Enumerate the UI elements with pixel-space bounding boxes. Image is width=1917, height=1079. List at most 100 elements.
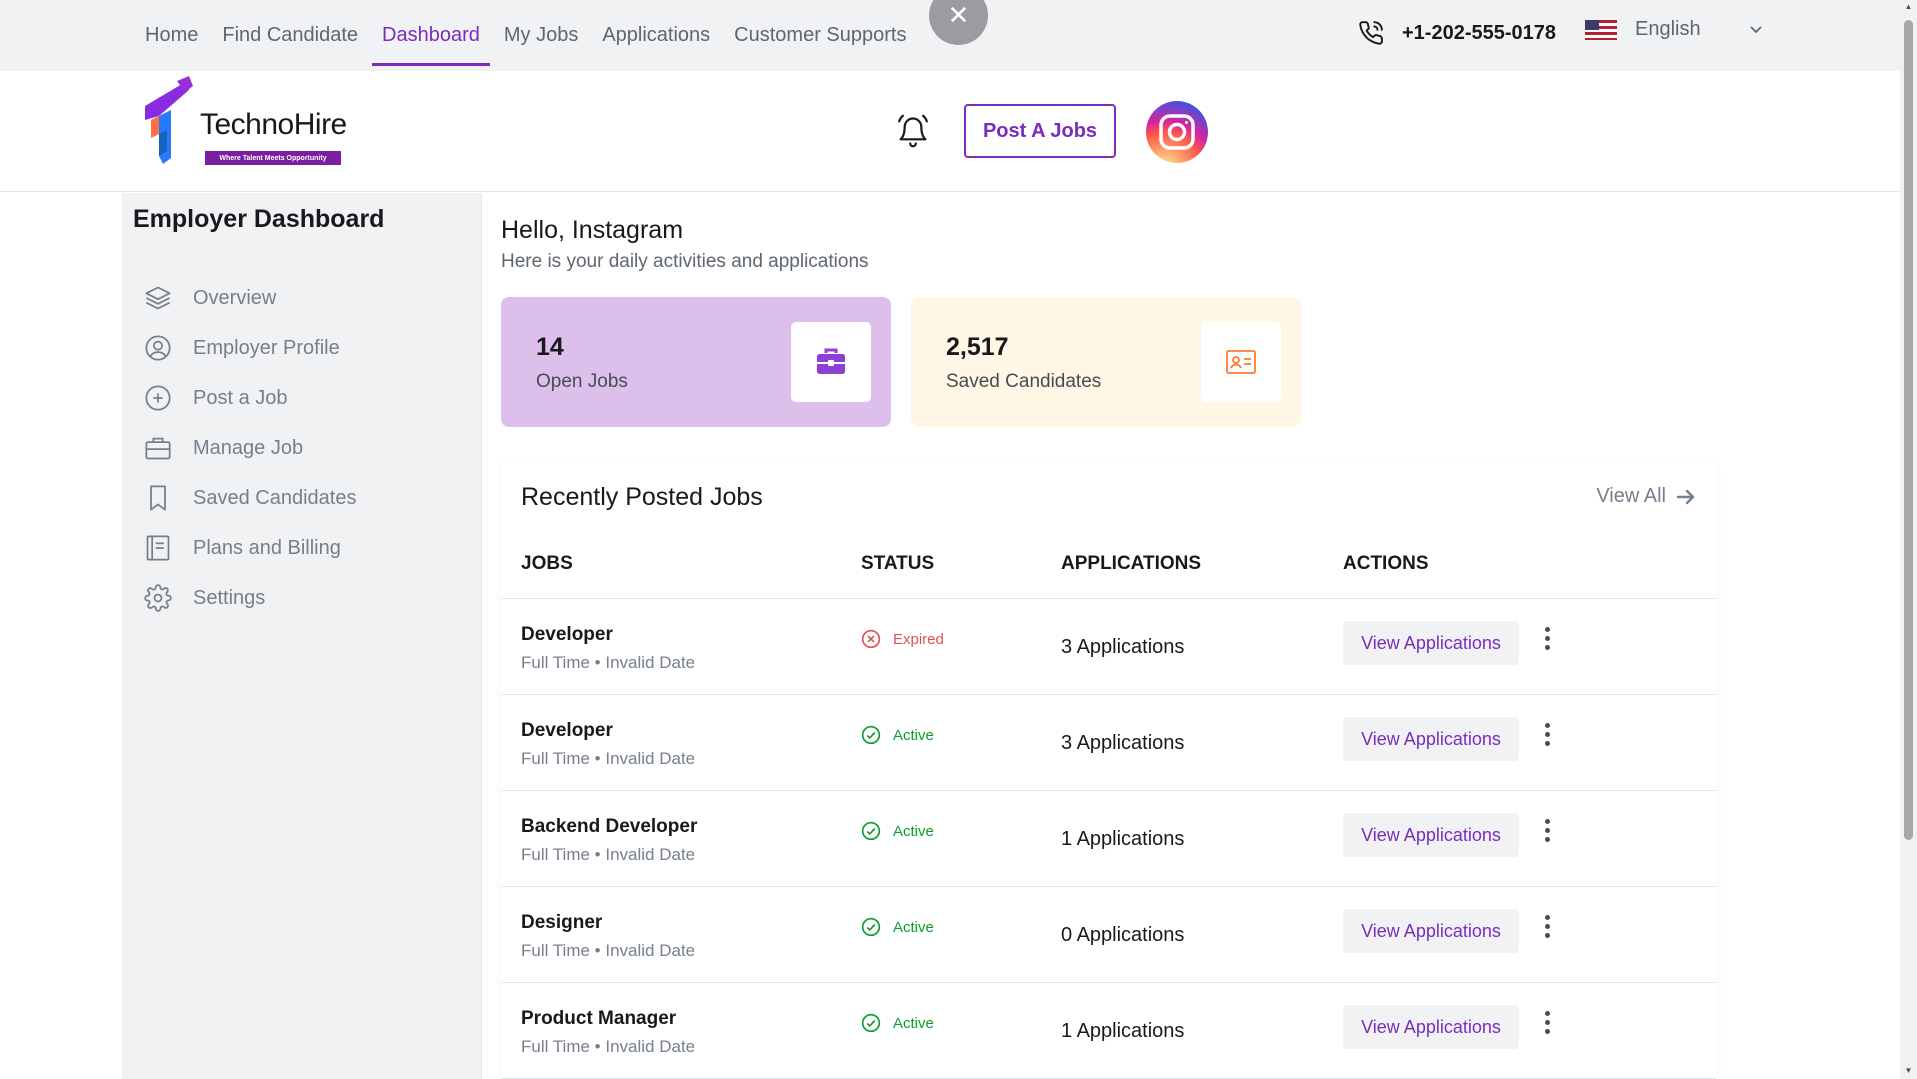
- job-title: Designer: [521, 912, 603, 933]
- sidebar-item-manage-job[interactable]: Manage Job: [144, 423, 356, 473]
- status-label: Active: [893, 822, 934, 840]
- table-row: Developer Full Time • Invalid Date Activ…: [501, 695, 1716, 791]
- status-label: Active: [893, 918, 934, 936]
- status-badge: Active: [861, 821, 934, 841]
- column-header-jobs: JOBS: [521, 553, 573, 574]
- check-circle-icon: [861, 1013, 881, 1033]
- notification-bell-icon[interactable]: [896, 113, 930, 154]
- page-scrollbar[interactable]: ▲ ▼: [1900, 0, 1917, 1079]
- logo[interactable]: TechnoHire Where Talent Meets Opportunit…: [137, 76, 347, 166]
- status-label: Active: [893, 1014, 934, 1032]
- arrow-right-icon: [1676, 489, 1695, 504]
- gear-icon: [144, 584, 172, 612]
- status-badge: Active: [861, 1013, 934, 1033]
- sidebar-item-label: Post a Job: [193, 386, 288, 409]
- recent-jobs-card: Recently Posted Jobs View All JOBS STATU…: [501, 463, 1716, 1079]
- recent-jobs-title: Recently Posted Jobs: [521, 483, 763, 511]
- view-all-link[interactable]: View All: [1596, 485, 1696, 508]
- logo-mark-icon: [145, 76, 193, 164]
- check-circle-icon: [861, 725, 881, 745]
- plus-circle-icon: [145, 385, 171, 411]
- table-row: Backend Developer Full Time • Invalid Da…: [501, 791, 1716, 887]
- sidebar-item-post-a-job[interactable]: Post a Job: [144, 373, 356, 423]
- scroll-down-icon[interactable]: ▼: [1904, 1066, 1913, 1076]
- chevron-down-icon: [1749, 22, 1763, 38]
- nav-customer-supports[interactable]: Customer Supports: [722, 6, 918, 66]
- more-options-icon[interactable]: [1537, 815, 1557, 845]
- more-options-icon[interactable]: [1537, 719, 1557, 749]
- scroll-up-icon[interactable]: ▲: [1904, 2, 1913, 12]
- view-applications-button[interactable]: View Applications: [1343, 717, 1519, 761]
- briefcase-icon: [791, 322, 871, 402]
- id-card-icon: [1201, 322, 1281, 402]
- greeting-subtitle: Here is your daily activities and applic…: [501, 251, 869, 272]
- check-circle-icon: [861, 821, 881, 841]
- sidebar-menu: Overview Employer Profile Post a Job Man…: [144, 273, 356, 623]
- status-badge: Active: [861, 917, 934, 937]
- column-header-actions: ACTIONS: [1343, 553, 1429, 574]
- view-applications-button[interactable]: View Applications: [1343, 1005, 1519, 1049]
- view-applications-button[interactable]: View Applications: [1343, 813, 1519, 857]
- status-label: Active: [893, 726, 934, 744]
- stat-label: Saved Candidates: [946, 371, 1102, 392]
- sidebar-item-plans-and-billing[interactable]: Plans and Billing: [144, 523, 356, 573]
- table-header: JOBS STATUS APPLICATIONS ACTIONS: [501, 527, 1716, 599]
- sidebar-item-label: Overview: [193, 286, 277, 309]
- column-header-applications: APPLICATIONS: [1061, 553, 1202, 574]
- view-applications-button[interactable]: View Applications: [1343, 621, 1519, 665]
- job-title: Developer: [521, 624, 613, 645]
- more-options-icon[interactable]: [1537, 623, 1557, 653]
- close-button[interactable]: ✕: [929, 0, 988, 45]
- nav-find-candidate[interactable]: Find Candidate: [210, 6, 370, 66]
- status-badge: Active: [861, 725, 934, 745]
- briefcase-icon: [145, 437, 171, 460]
- sidebar: Employer Dashboard Overview Employer Pro…: [122, 193, 482, 1079]
- sidebar-item-employer-profile[interactable]: Employer Profile: [144, 323, 356, 373]
- x-circle-icon: [861, 629, 881, 649]
- language-select[interactable]: English: [1585, 18, 1763, 41]
- stat-card-saved-candidates[interactable]: 2,517 Saved Candidates: [911, 297, 1301, 427]
- job-meta: Full Time • Invalid Date: [521, 845, 696, 864]
- nav-dashboard[interactable]: Dashboard: [370, 6, 492, 66]
- avatar[interactable]: [1146, 101, 1208, 163]
- stat-card-open-jobs[interactable]: 14 Open Jobs: [501, 297, 891, 427]
- job-meta: Full Time • Invalid Date: [521, 653, 696, 672]
- sidebar-item-label: Saved Candidates: [193, 486, 357, 509]
- status-badge: Expired: [861, 629, 944, 649]
- top-nav: Home Find Candidate Dashboard My Jobs Ap…: [133, 0, 918, 71]
- site-header: TechnoHire Where Talent Meets Opportunit…: [0, 71, 1900, 192]
- sidebar-item-label: Plans and Billing: [193, 536, 341, 559]
- sidebar-item-overview[interactable]: Overview: [144, 273, 356, 323]
- check-circle-icon: [861, 917, 881, 937]
- user-circle-icon: [145, 335, 171, 361]
- more-options-icon[interactable]: [1537, 911, 1557, 941]
- us-flag-icon: [1585, 19, 1617, 40]
- view-all-label: View All: [1596, 485, 1666, 507]
- greeting: Hello, Instagram: [501, 216, 684, 244]
- job-meta: Full Time • Invalid Date: [521, 749, 696, 768]
- job-title: Developer: [521, 720, 613, 741]
- nav-applications[interactable]: Applications: [590, 6, 722, 66]
- table-row: Developer Full Time • Invalid Date Expir…: [501, 599, 1716, 695]
- sidebar-item-settings[interactable]: Settings: [144, 573, 356, 623]
- language-label: English: [1635, 18, 1701, 40]
- nav-my-jobs[interactable]: My Jobs: [492, 6, 590, 66]
- scrollbar-thumb[interactable]: [1904, 20, 1913, 840]
- receipt-icon: [146, 535, 170, 561]
- table-row: Designer Full Time • Invalid Date Active…: [501, 887, 1716, 983]
- stat-value: 2,517: [946, 333, 1009, 361]
- top-bar: Home Find Candidate Dashboard My Jobs Ap…: [0, 0, 1900, 71]
- more-options-icon[interactable]: [1537, 1007, 1557, 1037]
- view-applications-button[interactable]: View Applications: [1343, 909, 1519, 953]
- stat-label: Open Jobs: [536, 371, 628, 392]
- sidebar-item-label: Employer Profile: [193, 336, 340, 359]
- sidebar-title: Employer Dashboard: [133, 205, 385, 233]
- applications-count: 0 Applications: [1061, 924, 1185, 946]
- applications-count: 1 Applications: [1061, 1020, 1185, 1042]
- post-a-job-button[interactable]: Post A Jobs: [964, 104, 1116, 158]
- phone-call-icon: [1359, 21, 1383, 45]
- stat-value: 14: [536, 333, 564, 361]
- sidebar-item-saved-candidates[interactable]: Saved Candidates: [144, 473, 356, 523]
- job-title: Backend Developer: [521, 816, 698, 837]
- nav-home[interactable]: Home: [133, 6, 210, 66]
